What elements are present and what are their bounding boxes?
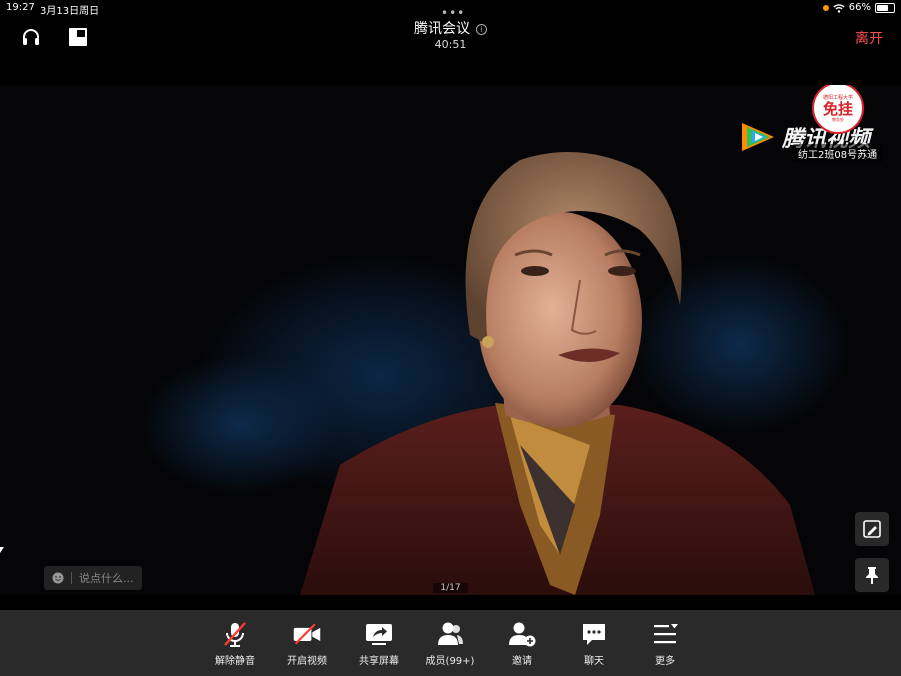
members-label: 成员(99+) [425,656,475,667]
battery-percent: 66% [848,2,871,13]
annotate-button[interactable] [855,512,889,546]
annotate-pen-icon [863,520,881,538]
chat-placeholder: 说点什么... [79,572,134,585]
chat-quick-input[interactable]: 说点什么... [44,566,142,590]
microphone-muted-icon [220,620,250,648]
seal-bottom-text: 教务处 [832,116,844,122]
pin-icon [866,567,878,584]
orange-dot-icon [822,4,829,11]
input-divider [71,572,72,584]
start-video-label: 开启视频 [287,656,327,667]
start-video-button[interactable]: 开启视频 [271,620,343,667]
unmute-label: 解除静音 [215,656,255,667]
share-screen-button[interactable]: 共享屏幕 [343,620,415,667]
share-screen-icon [364,620,394,648]
meeting-title: 腾讯会议 i [0,18,901,38]
invite-button[interactable]: 邀请 [486,620,558,667]
seal-main-text: 免挂 [822,99,853,118]
mouse-cursor-icon [0,547,4,553]
members-button[interactable]: 成员(99+) [414,620,486,667]
battery-icon [875,2,895,13]
page-indicator: 1/17 [433,583,468,593]
info-icon[interactable]: i [476,24,487,35]
wifi-icon [833,3,845,13]
status-time: 19:27 [6,2,35,13]
unmute-button[interactable]: 解除静音 [199,620,271,667]
meeting-top-bar: ••• 腾讯会议 i 40:51 离开 [0,6,901,57]
status-date: 3月13日周日 [40,6,100,17]
meeting-title-text: 腾讯会议 [414,21,470,37]
leave-button[interactable]: 离开 [855,28,883,48]
more-button[interactable]: 更多 [629,620,701,667]
share-screen-label: 共享屏幕 [359,656,399,667]
chat-icon [579,620,609,648]
shared-video-area: 腾讯视频 德阳工程大学 免挂 教务处 纺工2班08号苏通 说点什么... 1/1… [0,85,901,595]
meeting-toolbar: 解除静音 开启视频 共享屏幕 成员(99+) 邀请 聊天 更多 [0,610,901,676]
video-off-icon [292,620,322,648]
more-label: 更多 [655,656,675,667]
pin-button[interactable] [855,558,889,592]
invite-user-icon [507,620,537,648]
video-frame-image [140,152,850,595]
status-indicators: 66% [822,2,895,13]
battery-fill [877,4,888,11]
members-icon [435,620,465,648]
chat-button[interactable]: 聊天 [558,620,630,667]
participant-name-tag: 纺工2班08号苏通 [792,144,884,163]
chat-label: 聊天 [584,656,604,667]
tencent-video-logo-icon [742,123,774,151]
emoji-icon[interactable] [52,572,64,584]
invite-label: 邀请 [512,656,532,667]
meeting-timer: 40:51 [434,38,467,51]
more-menu-icon [650,620,680,648]
